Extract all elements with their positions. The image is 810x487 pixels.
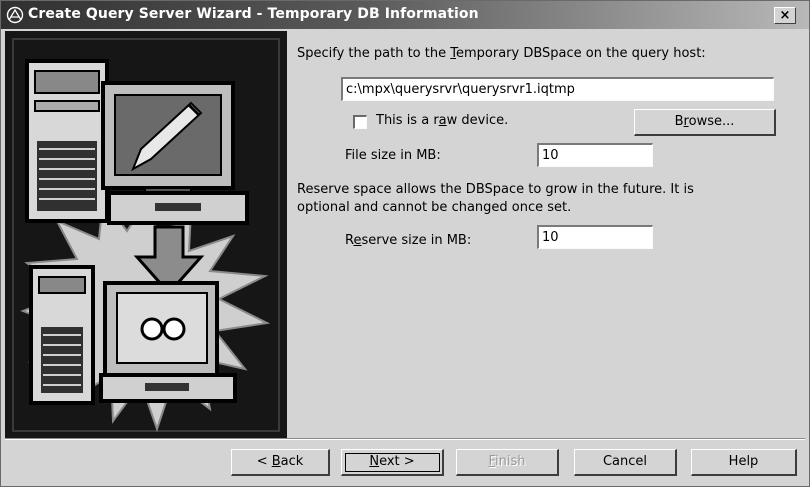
close-button[interactable]: × <box>774 7 796 24</box>
reserve-note-line2: optional and cannot be changed once set. <box>297 200 572 215</box>
reserve-note-line1: Reserve space allows the DBSpace to grow… <box>297 182 694 197</box>
dbspace-path-input[interactable]: c:\mpx\querysrvr\querysrvr1.iqtmp <box>341 77 774 101</box>
reserve-size-label: Reserve size in MB: <box>345 233 472 248</box>
path-prompt-label: Specify the path to the Temporary DBSpac… <box>297 46 706 61</box>
wizard-content: Specify the path to the Temporary DBSpac… <box>297 31 797 431</box>
window-title: Create Query Server Wizard - Temporary D… <box>28 6 479 22</box>
browse-button[interactable]: Browse... <box>634 109 776 136</box>
file-size-label: File size in MB: <box>345 148 441 163</box>
reserve-size-input[interactable]: 10 <box>537 225 653 249</box>
raw-device-label[interactable]: This is a raw device. <box>376 113 508 128</box>
raw-device-checkbox[interactable] <box>353 115 367 129</box>
next-button[interactable]: Next > <box>341 449 444 476</box>
title-bar[interactable]: Create Query Server Wizard - Temporary D… <box>1 1 809 29</box>
wizard-window: Create Query Server Wizard - Temporary D… <box>0 0 810 487</box>
cancel-button[interactable]: Cancel <box>574 449 677 476</box>
wizard-illustration <box>5 31 287 438</box>
file-size-input[interactable]: 10 <box>537 143 653 167</box>
footer-separator-highlight <box>5 439 805 440</box>
finish-button[interactable]: Finish <box>456 449 559 476</box>
close-icon: × <box>779 8 791 23</box>
help-button[interactable]: Help <box>691 449 797 476</box>
computer-transfer-illustration <box>5 31 287 438</box>
back-button[interactable]: < Back <box>231 449 330 476</box>
wizard-app-icon <box>6 6 24 24</box>
